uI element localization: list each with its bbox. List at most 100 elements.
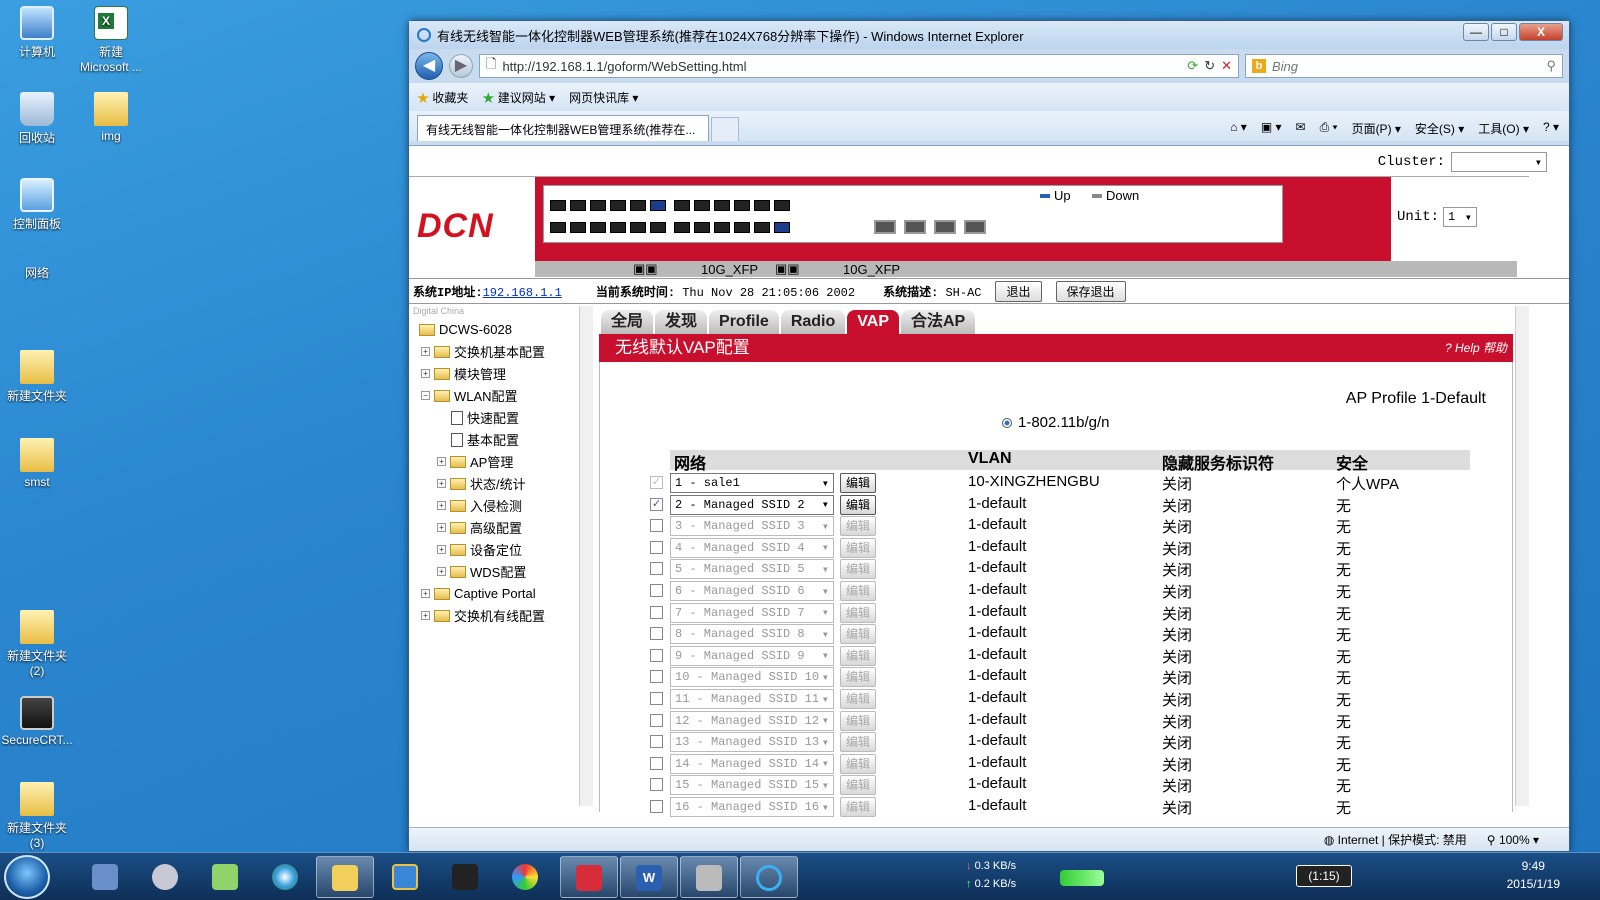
port-icon[interactable] xyxy=(734,200,750,211)
network-select[interactable]: 3 - Managed SSID 3 ▾ xyxy=(670,516,834,537)
network-select[interactable]: 14 - Managed SSID 14 ▾ xyxy=(670,753,834,774)
tree-item-wlan[interactable]: − WLAN配置 xyxy=(421,386,518,405)
port-icon[interactable] xyxy=(610,200,626,211)
row-checkbox[interactable] xyxy=(650,756,663,770)
edit-button[interactable]: 编辑 xyxy=(840,667,876,688)
close-button[interactable]: X xyxy=(1519,23,1563,41)
row-checkbox[interactable] xyxy=(650,562,663,576)
favorites-button[interactable]: ★ 收藏夹 xyxy=(417,89,468,106)
sfp-port-icon[interactable] xyxy=(964,220,986,234)
sfp-port-icon[interactable] xyxy=(904,220,926,234)
browser-tab[interactable]: 有线无线智能一体化控制器WEB管理系统(推荐在... xyxy=(417,115,709,141)
sfp-port-icon[interactable] xyxy=(874,220,896,234)
port-icon[interactable] xyxy=(630,222,646,233)
row-checkbox[interactable] xyxy=(650,692,663,705)
search-input[interactable]: b Bing ⚲ xyxy=(1245,54,1563,78)
start-button[interactable] xyxy=(4,855,50,899)
edit-button[interactable]: 编辑 xyxy=(840,581,876,601)
tab-profile[interactable]: Profile xyxy=(709,310,779,334)
taskbar-app[interactable] xyxy=(136,856,194,898)
edit-button[interactable]: 编辑 xyxy=(840,602,876,623)
row-checkbox[interactable] xyxy=(650,627,663,641)
port-icon[interactable] xyxy=(754,200,770,211)
taskbar-app[interactable] xyxy=(560,856,618,898)
port-icon[interactable] xyxy=(590,222,606,233)
network-select[interactable]: 8 - Managed SSID 8 ▾ xyxy=(670,624,834,645)
tree-item-ap-mgmt[interactable]: + AP管理 xyxy=(437,452,513,471)
tree-item-switch-basic[interactable]: + 交换机基本配置 xyxy=(421,342,545,361)
cluster-select[interactable]: ▾ xyxy=(1451,152,1547,172)
port-icon[interactable] xyxy=(650,222,666,233)
help-menu[interactable]: ? ▾ xyxy=(1543,120,1559,137)
row-checkbox[interactable] xyxy=(650,778,663,792)
port-icon[interactable] xyxy=(674,200,690,211)
network-select[interactable]: 16 - Managed SSID 16 ▾ xyxy=(670,797,834,817)
network-select[interactable]: 11 - Managed SSID 11 ▾ xyxy=(670,689,834,709)
battery-indicator[interactable]: (1:15) xyxy=(1296,865,1352,887)
edit-button[interactable]: 编辑 xyxy=(840,559,876,580)
tree-root[interactable]: DCWS-6028 xyxy=(419,322,512,337)
port-icon[interactable] xyxy=(550,222,566,233)
back-button[interactable]: ◀ xyxy=(415,52,443,80)
xfp-port-icon[interactable]: ▣▣ xyxy=(633,261,658,277)
port-up-icon[interactable] xyxy=(774,222,790,233)
edit-button[interactable]: 编辑 xyxy=(840,775,876,796)
stop-icon[interactable]: ✕ xyxy=(1221,58,1232,74)
compat-view-icon[interactable]: ⟳ xyxy=(1187,58,1198,74)
row-checkbox[interactable]: ✓ xyxy=(650,476,663,489)
computer-desktop-icon[interactable]: 计算机 xyxy=(0,6,76,60)
new-tab-button[interactable] xyxy=(711,117,739,141)
tree-item-wds[interactable]: + WDS配置 xyxy=(437,562,526,581)
port-icon[interactable] xyxy=(610,222,626,233)
edit-button[interactable]: 编辑 xyxy=(840,689,876,709)
main-scrollbar[interactable] xyxy=(1515,306,1529,806)
network-select[interactable]: 6 - Managed SSID 6 ▾ xyxy=(670,581,834,601)
unit-select[interactable]: 1 ▾ xyxy=(1443,207,1478,227)
edit-button[interactable]: 编辑 xyxy=(840,473,876,493)
port-icon[interactable] xyxy=(714,200,730,211)
radio-option[interactable]: 1-802.11b/g/n xyxy=(1002,414,1109,431)
network-select[interactable]: 12 - Managed SSID 12 ▾ xyxy=(670,710,834,731)
row-checkbox[interactable] xyxy=(650,605,663,619)
tab-valid-ap[interactable]: 合法AP xyxy=(901,310,976,334)
tree-item-intrusion[interactable]: + 入侵检测 xyxy=(437,496,522,515)
mail-icon[interactable]: ✉ xyxy=(1296,120,1306,137)
network-select[interactable]: 5 - Managed SSID 5 ▾ xyxy=(670,559,834,580)
port-icon[interactable] xyxy=(694,200,710,211)
web-slice-gallery-button[interactable]: 网页快讯库 ▾ xyxy=(569,89,638,106)
signal-widget[interactable] xyxy=(1046,856,1118,898)
port-icon[interactable] xyxy=(774,200,790,211)
tree-item-captive-portal[interactable]: + Captive Portal xyxy=(421,586,536,601)
edit-button[interactable]: 编辑 xyxy=(840,710,876,731)
row-checkbox[interactable] xyxy=(650,735,663,749)
row-checkbox[interactable] xyxy=(650,713,663,727)
taskbar-app[interactable] xyxy=(496,856,554,898)
home-icon[interactable]: ⌂ ▾ xyxy=(1230,120,1247,137)
tree-item-quick-config[interactable]: 快速配置 xyxy=(451,408,519,427)
network-select[interactable]: 15 - Managed SSID 15 ▾ xyxy=(670,775,834,796)
network-select[interactable]: 2 - Managed SSID 2 ▾ xyxy=(670,494,834,515)
safety-menu[interactable]: 安全(S) ▾ xyxy=(1415,120,1464,137)
port-icon[interactable] xyxy=(694,222,710,233)
port-icon[interactable] xyxy=(550,200,566,211)
new-folder-3-desktop-icon[interactable]: 新建文件夹 (3) xyxy=(0,782,76,850)
taskbar-app[interactable] xyxy=(256,856,314,898)
port-up-icon[interactable] xyxy=(650,200,666,211)
port-icon[interactable] xyxy=(590,200,606,211)
port-icon[interactable] xyxy=(734,222,750,233)
new-folder-2-desktop-icon[interactable]: 新建文件夹 (2) xyxy=(0,610,76,678)
smst-desktop-icon[interactable]: smst xyxy=(0,438,76,489)
row-checkbox[interactable] xyxy=(650,670,663,684)
search-icon[interactable]: ⚲ xyxy=(1546,58,1556,74)
network-select[interactable]: 7 - Managed SSID 7 ▾ xyxy=(670,602,834,623)
tab-vap[interactable]: VAP xyxy=(847,310,899,334)
port-icon[interactable] xyxy=(570,222,586,233)
edit-button[interactable]: 编辑 xyxy=(840,516,876,537)
tree-item-module[interactable]: + 模块管理 xyxy=(421,364,506,383)
tools-menu[interactable]: 工具(O) ▾ xyxy=(1478,120,1529,137)
zoom-control[interactable]: ⚲ 100% ▾ xyxy=(1487,833,1539,847)
securecrt-desktop-icon[interactable]: SecureCRT... xyxy=(0,696,76,747)
taskbar-app[interactable] xyxy=(680,856,738,898)
taskbar-word[interactable]: W xyxy=(620,856,678,898)
tab-radio[interactable]: Radio xyxy=(780,310,846,334)
